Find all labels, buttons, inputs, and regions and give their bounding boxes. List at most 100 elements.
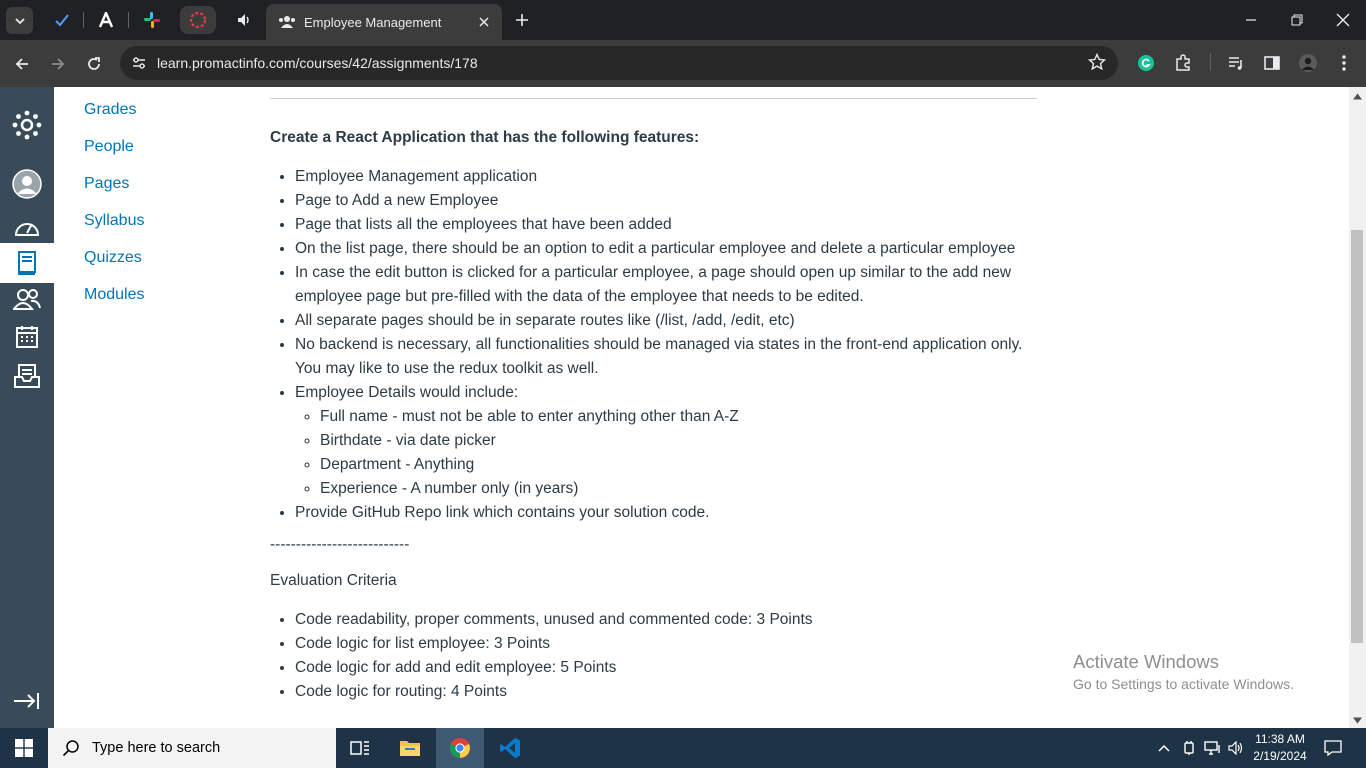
avatar-icon (1299, 54, 1317, 72)
inbox-icon (14, 364, 40, 388)
features-list: Employee Management application Page to … (270, 165, 1037, 525)
watermark-line1: Activate Windows (1073, 651, 1219, 672)
new-tab-button[interactable] (510, 8, 534, 32)
course-nav-pages[interactable]: Pages (84, 172, 144, 209)
letter-a-icon (98, 12, 114, 28)
address-bar[interactable]: learn.promactinfo.com/courses/42/assignm… (120, 46, 1118, 80)
playlist-icon (1229, 57, 1242, 70)
course-nav-quizzes[interactable]: Quizzes (84, 246, 144, 283)
assignment-heading: Create a React Application that has the … (270, 129, 700, 146)
network-button[interactable] (1202, 728, 1224, 768)
close-window-button[interactable] (1320, 0, 1366, 40)
vscode-app[interactable] (486, 728, 534, 768)
browser-tab-strip: Employee Management (0, 0, 1366, 40)
task-view-button[interactable] (336, 728, 384, 768)
windows-taskbar: Type here to search 11:38 AM 2/19/2024 (0, 728, 1366, 768)
tab-separator (128, 12, 129, 28)
course-nav-grades[interactable]: Grades (84, 98, 144, 135)
start-button[interactable] (0, 728, 48, 768)
chrome-app[interactable] (436, 728, 484, 768)
course-nav-syllabus[interactable]: Syllabus (84, 209, 144, 246)
close-tab-icon[interactable] (478, 16, 490, 28)
usb-device-icon (1184, 741, 1194, 755)
browser-menu-button[interactable] (1333, 52, 1355, 74)
active-tab[interactable]: Employee Management (266, 4, 502, 40)
toolbar-separator (1210, 53, 1211, 71)
forward-button[interactable] (44, 50, 72, 78)
employee-detail-item: Department - Anything (320, 453, 1037, 477)
feature-item: Page to Add a new Employee (295, 189, 1037, 213)
chevron-down-icon (14, 17, 25, 24)
tab-search-dropdown[interactable] (6, 7, 33, 34)
feature-item: All separate pages should be in separate… (295, 309, 1037, 333)
global-nav-dashboard[interactable] (0, 207, 54, 247)
dashboard-gauge-icon (14, 223, 40, 236)
action-center-button[interactable] (1318, 728, 1348, 768)
courses-book-icon (18, 251, 36, 275)
employee-detail-item: Full name - must not be able to enter an… (320, 405, 1037, 429)
feature-item: Provide GitHub Repo link which contains … (295, 501, 1037, 525)
side-panel-button[interactable] (1261, 52, 1283, 74)
pinned-tab-a[interactable] (88, 6, 124, 34)
tray-device-icon[interactable] (1179, 728, 1199, 768)
collapse-arrow-icon (14, 693, 39, 709)
folder-icon (400, 741, 420, 756)
side-panel-icon (1264, 56, 1280, 70)
feature-item: In case the edit button is clicked for a… (295, 261, 1037, 309)
reload-icon (88, 57, 100, 70)
feature-item: Page that lists all the employees that h… (295, 213, 1037, 237)
minimize-button[interactable] (1228, 0, 1274, 40)
back-button[interactable] (8, 50, 36, 78)
scroll-down-arrow-icon[interactable] (1353, 716, 1362, 725)
global-nav-logo[interactable] (0, 105, 54, 145)
arrow-left-icon (15, 58, 28, 70)
employee-detail-item: Experience - A number only (in years) (320, 477, 1037, 501)
pinned-tab-slack[interactable] (134, 6, 170, 34)
grammarly-extension[interactable] (1135, 52, 1157, 74)
user-avatar-icon (12, 169, 42, 199)
profile-button[interactable] (1297, 52, 1319, 74)
global-nav-groups[interactable] (0, 279, 54, 319)
scrollbar-thumb[interactable] (1351, 230, 1363, 643)
course-nav-people[interactable]: People (84, 135, 144, 172)
global-nav-courses[interactable] (0, 243, 54, 283)
pinned-tab-active-circle[interactable] (180, 6, 216, 34)
clock-time: 11:38 AM (1255, 732, 1305, 746)
notification-icon (1324, 740, 1342, 756)
global-nav-account[interactable] (0, 164, 54, 204)
media-control-button[interactable] (1225, 52, 1247, 74)
slack-icon (144, 12, 160, 28)
show-hidden-icons-button[interactable] (1154, 728, 1174, 768)
feature-item-employee-details: Employee Details would include: Full nam… (295, 381, 1037, 501)
task-view-icon (350, 741, 369, 755)
url-text: learn.promactinfo.com/courses/42/assignm… (157, 55, 478, 71)
site-settings-icon[interactable] (130, 54, 148, 72)
windows-logo-icon (15, 739, 33, 757)
system-clock[interactable]: 11:38 AM 2/19/2024 (1248, 731, 1312, 765)
taskbar-search-box[interactable]: Type here to search (48, 728, 336, 768)
reload-button[interactable] (80, 50, 108, 78)
employee-detail-item: Birthdate - via date picker (320, 429, 1037, 453)
arrow-right-icon (52, 58, 65, 70)
bookmark-star-icon[interactable] (1088, 53, 1106, 71)
global-nav-calendar[interactable] (0, 317, 54, 357)
scroll-up-arrow-icon[interactable] (1353, 92, 1362, 101)
feature-item: No backend is necessary, all functionali… (295, 333, 1037, 381)
extensions-button[interactable] (1172, 52, 1194, 74)
course-navigation: Grades People Pages Syllabus Quizzes Mod… (84, 98, 144, 320)
page-scrollbar[interactable] (1349, 87, 1366, 728)
calendar-icon (16, 326, 38, 348)
evaluation-list: Code readability, proper comments, unuse… (270, 608, 1037, 704)
course-nav-modules[interactable]: Modules (84, 283, 144, 320)
pinned-tab-todo[interactable] (44, 6, 80, 34)
global-nav-inbox[interactable] (0, 356, 54, 396)
file-explorer-app[interactable] (386, 728, 434, 768)
restore-button[interactable] (1274, 0, 1320, 40)
collapse-nav-button[interactable] (12, 691, 40, 716)
volume-button[interactable] (1226, 728, 1246, 768)
network-icon (1204, 741, 1220, 755)
search-icon (62, 740, 79, 757)
evaluation-item: Code logic for routing: 4 Points (295, 680, 1037, 704)
clock-date: 2/19/2024 (1253, 749, 1307, 763)
pinned-tab-audio[interactable] (226, 6, 262, 34)
